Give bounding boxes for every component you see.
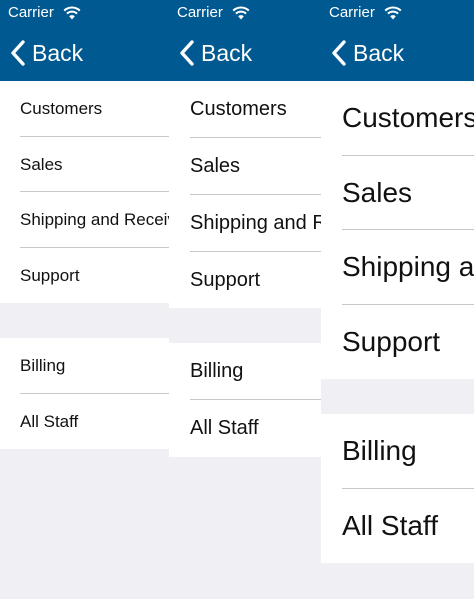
list-item-label: Customers (342, 102, 474, 133)
list-item-sales[interactable]: Sales (169, 138, 321, 195)
wifi-icon (63, 6, 81, 19)
list-item-label: Shipping and Receiving (190, 212, 321, 234)
list-item-label: Billing (342, 435, 417, 466)
screen-panel-medium: Carrier Back Customers Sales Shipping an… (169, 0, 321, 599)
carrier-label: Carrier (329, 4, 375, 21)
list-group-other: Billing All Staff (169, 343, 321, 457)
list-item-shipping[interactable]: Shipping and Receiving (169, 195, 321, 252)
list-item-label: Customers (190, 98, 287, 120)
list-item-label: Sales (20, 154, 63, 174)
list-item-label: Billing (20, 356, 66, 375)
list-item-all-staff[interactable]: All Staff (169, 400, 321, 457)
list-item-sales[interactable]: Sales (321, 156, 474, 230)
list-item-label: Customers (20, 99, 103, 118)
status-bar: Carrier (8, 4, 81, 21)
back-button-label: Back (32, 39, 84, 66)
list-item-label: Support (342, 325, 441, 357)
list-item-customers[interactable]: Customers (169, 81, 321, 138)
list-item-label: Sales (190, 155, 241, 177)
list-item-billing[interactable]: Billing (0, 338, 169, 394)
list-item-label: Billing (190, 360, 244, 382)
list-group-departments: Customers Sales Shipping and Receiving S… (321, 81, 474, 379)
carrier-label: Carrier (8, 4, 54, 21)
list-item-billing[interactable]: Billing (321, 414, 474, 489)
list-group-departments: Customers Sales Shipping and Receiving S… (169, 81, 321, 308)
list-item-label: Shipping and Receiving (342, 251, 474, 282)
navigation-bar: Carrier Back (321, 0, 474, 81)
list-group-other: Billing All Staff (0, 338, 169, 449)
list-item-label: All Staff (20, 411, 79, 431)
list-item-label: Support (20, 265, 80, 285)
chevron-left-icon (332, 40, 346, 66)
list-item-customers[interactable]: Customers (0, 81, 169, 137)
chevron-left-icon (11, 40, 25, 66)
navigation-bar: Carrier Back (0, 0, 169, 81)
back-button[interactable]: Back (10, 37, 83, 69)
list-item-support[interactable]: Support (0, 248, 169, 304)
list-item-billing[interactable]: Billing (169, 343, 321, 400)
carrier-label: Carrier (177, 4, 223, 21)
list-item-label: Support (190, 269, 261, 291)
back-button-label: Back (353, 39, 405, 66)
back-button-label: Back (201, 39, 253, 66)
navigation-bar: Carrier Back (169, 0, 321, 81)
list-item-support[interactable]: Support (169, 252, 321, 309)
wifi-icon (384, 6, 402, 19)
list-item-label: Sales (342, 176, 413, 208)
back-button[interactable]: Back (331, 37, 404, 69)
chevron-left-icon (180, 40, 194, 66)
list-item-shipping[interactable]: Shipping and Receiving (0, 192, 169, 248)
list-group-departments: Customers Sales Shipping and Receiving S… (0, 81, 169, 303)
list-item-all-staff[interactable]: All Staff (0, 394, 169, 450)
back-button[interactable]: Back (179, 37, 252, 69)
list-item-sales[interactable]: Sales (0, 137, 169, 192)
wifi-icon (232, 6, 250, 19)
screen-panel-small: Carrier Back Customers Sales Shipping an… (0, 0, 169, 599)
list-item-label: Shipping and Receiving (20, 210, 169, 229)
list-group-other: Billing All Staff (321, 414, 474, 563)
list-item-all-staff[interactable]: All Staff (321, 489, 474, 564)
list-item-label: All Staff (190, 417, 259, 439)
list-item-customers[interactable]: Customers (321, 81, 474, 156)
screen-panel-large: Carrier Back Customers Sales Shipping an… (321, 0, 474, 599)
list-item-label: All Staff (342, 509, 438, 541)
list-item-support[interactable]: Support (321, 305, 474, 380)
status-bar: Carrier (177, 4, 250, 21)
list-item-shipping[interactable]: Shipping and Receiving (321, 230, 474, 305)
status-bar: Carrier (329, 4, 402, 21)
